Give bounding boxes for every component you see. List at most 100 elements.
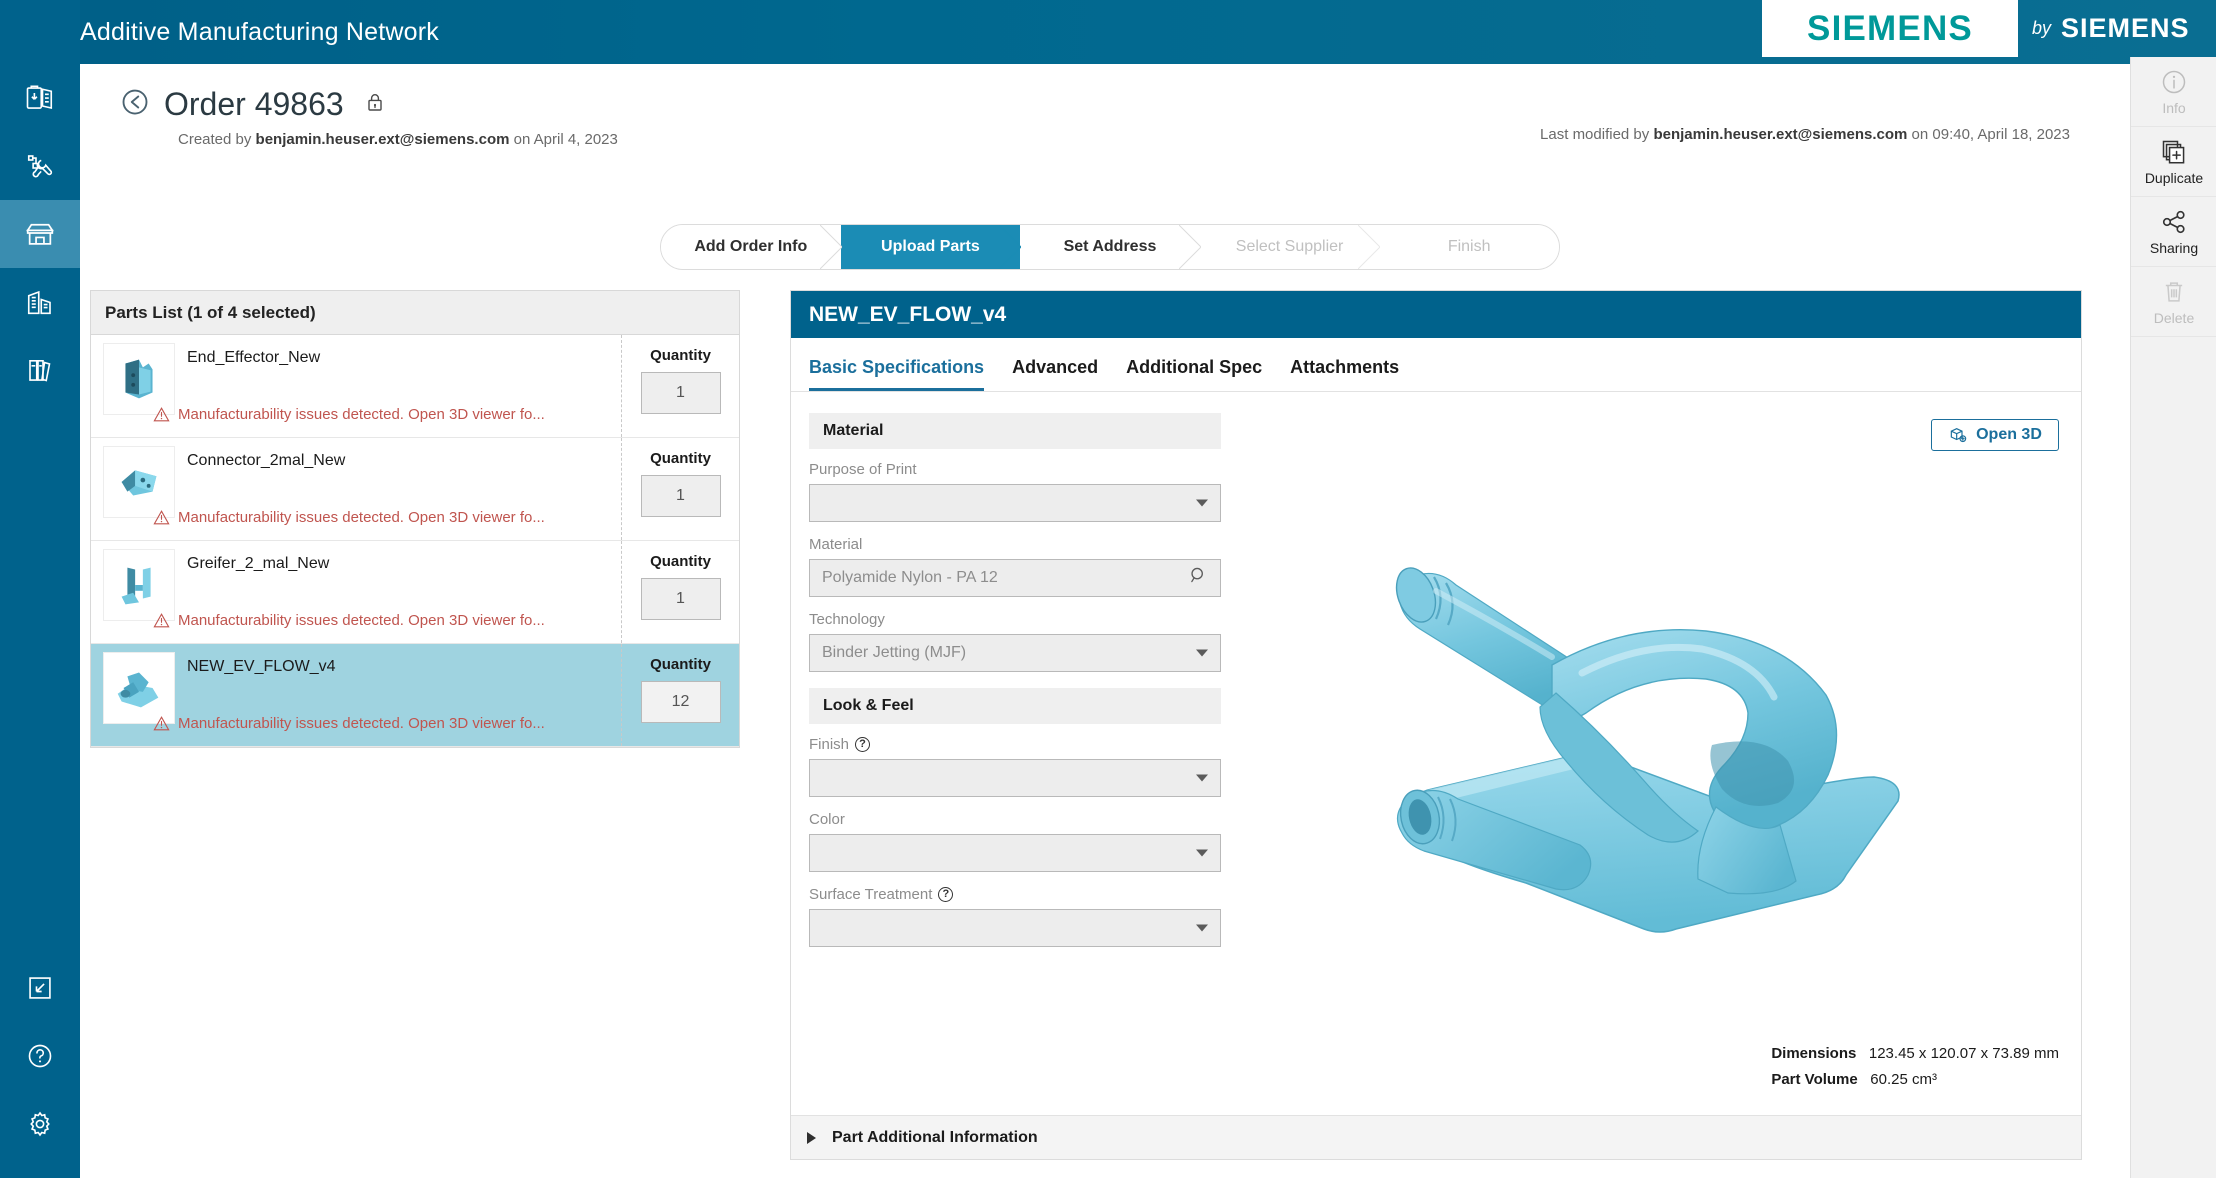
sidebar-item-companies[interactable]	[0, 268, 80, 336]
action-info[interactable]: Info	[2131, 57, 2216, 127]
last-modified-text: Last modified by benjamin.heuser.ext@sie…	[1540, 126, 2070, 143]
part-volume-label: Part Volume	[1771, 1071, 1857, 1088]
tab-additional-spec[interactable]: Additional Spec	[1126, 357, 1262, 391]
last-modified-prefix: Last modified by	[1540, 126, 1653, 143]
wizard-step-label: Upload Parts	[881, 238, 980, 256]
sidebar-item-help[interactable]	[0, 1022, 80, 1090]
quantity-input[interactable]: 1	[641, 475, 721, 517]
part-warning-text: Manufacturability issues detected. Open …	[178, 509, 545, 526]
part-name: Greifer_2_mal_New	[187, 555, 329, 573]
wizard-step-upload-parts[interactable]: Upload Parts	[841, 225, 1021, 269]
parts-list-panel: Parts List (1 of 4 selected) End_Effecto…	[90, 290, 740, 748]
wizard-step-set-address[interactable]: Set Address	[1020, 225, 1200, 269]
part-thumbnail-icon	[110, 453, 168, 511]
action-sharing[interactable]: Sharing	[2131, 197, 2216, 267]
table-row[interactable]: Connector_2mal_New Manufacturability iss…	[91, 438, 739, 541]
action-info-label: Info	[2162, 100, 2185, 116]
chevron-down-icon	[1196, 650, 1208, 657]
part-thumbnail	[103, 549, 175, 621]
wizard-step-finish[interactable]: Finish	[1379, 225, 1559, 269]
siemens-logo-text: SIEMENS	[1807, 9, 1973, 49]
siemens-logo: SIEMENS	[1762, 0, 2018, 57]
page-title: Order 49863	[164, 86, 344, 123]
part-thumbnail	[103, 652, 175, 724]
part-warning-text: Manufacturability issues detected. Open …	[178, 406, 545, 423]
action-delete[interactable]: Delete	[2131, 267, 2216, 337]
back-button[interactable]	[120, 87, 150, 122]
sidebar-item-collapse[interactable]	[0, 954, 80, 1022]
quantity-label: Quantity	[650, 347, 711, 364]
table-row[interactable]: NEW_EV_FLOW_v4 Manufacturability issues …	[91, 644, 739, 747]
parts-list-header: Parts List (1 of 4 selected)	[91, 291, 739, 335]
wizard-step-label: Select Supplier	[1236, 238, 1344, 256]
section-header-material: Material	[809, 413, 1221, 449]
left-navigation-rail	[0, 0, 80, 1178]
help-circle-icon[interactable]: ?	[855, 737, 870, 752]
chevron-right-icon	[1179, 225, 1201, 269]
cube-3d-icon	[1948, 425, 1968, 445]
wizard-step-add-order-info[interactable]: Add Order Info	[661, 225, 841, 269]
sidebar-item-settings[interactable]	[0, 1090, 80, 1158]
part-detail-tabs: Basic Specifications Advanced Additional…	[791, 338, 2081, 392]
quantity-input[interactable]: 1	[641, 372, 721, 414]
finish-select[interactable]	[809, 759, 1221, 797]
lock-icon	[366, 92, 384, 117]
wizard-step-label: Finish	[1448, 238, 1491, 256]
part-thumbnail-icon	[110, 659, 168, 717]
quantity-input[interactable]: 1	[641, 578, 721, 620]
label-finish-text: Finish	[809, 736, 849, 753]
purpose-of-print-select[interactable]	[809, 484, 1221, 522]
material-search-input[interactable]: Polyamide Nylon - PA 12	[809, 559, 1221, 597]
color-select[interactable]	[809, 834, 1221, 872]
open-3d-button[interactable]: Open 3D	[1931, 419, 2059, 451]
help-circle-icon[interactable]: ?	[938, 887, 953, 902]
part-name: NEW_EV_FLOW_v4	[187, 658, 335, 676]
tab-attachments[interactable]: Attachments	[1290, 357, 1399, 391]
parts-tools-icon	[25, 151, 55, 181]
open-3d-label: Open 3D	[1976, 426, 2042, 444]
quantity-input[interactable]: 12	[641, 681, 721, 723]
sidebar-item-parts-tools[interactable]	[0, 132, 80, 200]
material-value: Polyamide Nylon - PA 12	[822, 569, 998, 587]
chevron-right-icon	[820, 225, 842, 269]
part-warning: Manufacturability issues detected. Open …	[153, 715, 545, 732]
table-row[interactable]: End_Effector_New Manufacturability issue…	[91, 335, 739, 438]
orders-icon	[25, 83, 55, 113]
created-by-prefix: Created by	[178, 131, 256, 148]
part-additional-information-toggle[interactable]: Part Additional Information	[791, 1115, 2081, 1159]
part-name: Connector_2mal_New	[187, 452, 345, 470]
table-row[interactable]: Greifer_2_mal_New Manufacturability issu…	[91, 541, 739, 644]
part-warning-text: Manufacturability issues detected. Open …	[178, 715, 545, 732]
technology-select[interactable]: Binder Jetting (MJF)	[809, 634, 1221, 672]
part-3d-model	[1376, 545, 1936, 965]
part-warning-text: Manufacturability issues detected. Open …	[178, 612, 545, 629]
part-measurements: Dimensions 123.45 x 120.07 x 73.89 mm Pa…	[1771, 1041, 2059, 1094]
part-thumbnail-icon	[110, 350, 168, 408]
action-delete-label: Delete	[2154, 310, 2194, 326]
sidebar-item-marketplace[interactable]	[0, 200, 80, 268]
sidebar-item-orders[interactable]	[0, 64, 80, 132]
last-modified-suffix: on 09:40, April 18, 2023	[1907, 126, 2070, 143]
wizard-step-label: Add Order Info	[694, 238, 807, 256]
app-header: Additive Manufacturing Network SIEMENS b…	[0, 0, 2216, 64]
wizard-step-label: Set Address	[1064, 238, 1157, 256]
order-header: Order 49863 Created by benjamin.heuser.e…	[80, 64, 2130, 148]
part-detail-title: NEW_EV_FLOW_v4	[791, 291, 2081, 338]
warning-triangle-icon	[153, 612, 170, 629]
by-siemens-mark: by SIEMENS	[2032, 0, 2190, 57]
part-additional-information-label: Part Additional Information	[832, 1129, 1038, 1147]
label-color: Color	[809, 811, 1221, 828]
technology-value: Binder Jetting (MJF)	[822, 644, 966, 662]
tab-basic-specifications[interactable]: Basic Specifications	[809, 357, 984, 391]
sidebar-item-library[interactable]	[0, 336, 80, 404]
tab-advanced[interactable]: Advanced	[1012, 357, 1098, 391]
trash-icon	[2160, 278, 2188, 306]
surface-treatment-select[interactable]	[809, 909, 1221, 947]
dimensions-value: 123.45 x 120.07 x 73.89 mm	[1869, 1045, 2059, 1062]
warning-triangle-icon	[153, 715, 170, 732]
action-duplicate[interactable]: Duplicate	[2131, 127, 2216, 197]
wizard-step-select-supplier[interactable]: Select Supplier	[1200, 225, 1380, 269]
label-surface-treatment: Surface Treatment ?	[809, 886, 1221, 903]
part-3d-preview[interactable]	[1251, 471, 2061, 1039]
section-header-look-feel: Look & Feel	[809, 688, 1221, 724]
